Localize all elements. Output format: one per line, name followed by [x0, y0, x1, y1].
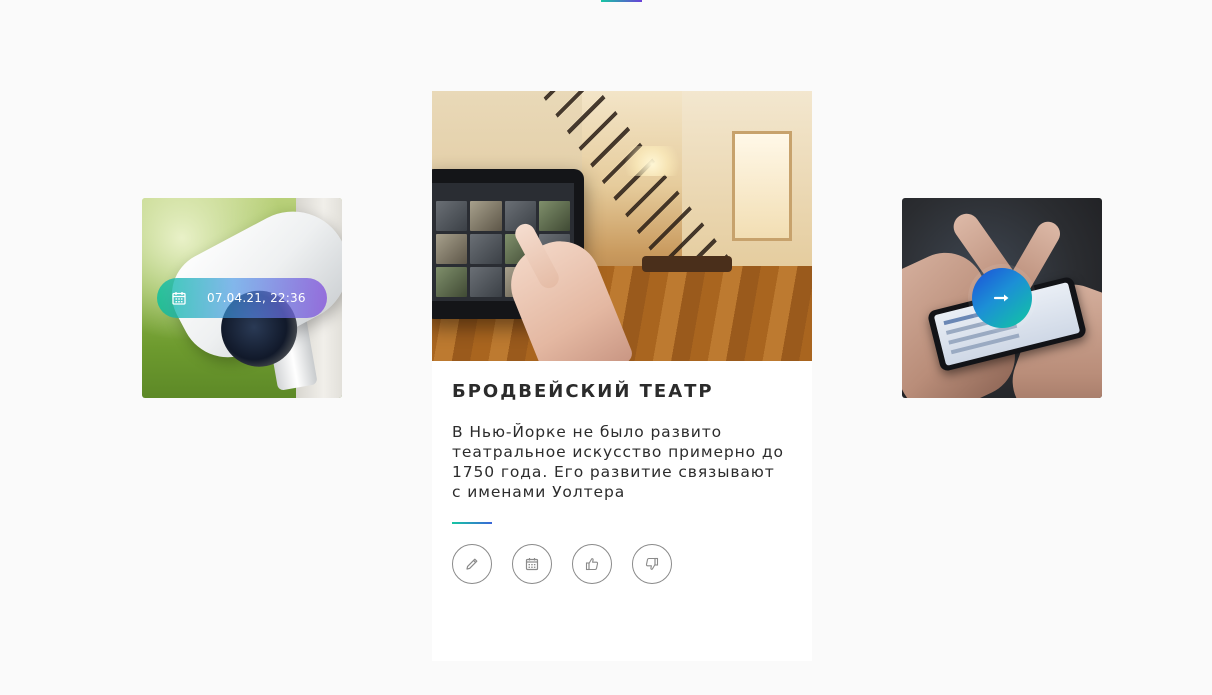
dislike-button[interactable] [632, 544, 672, 584]
slide-prev[interactable]: 07.04.21, 22:36 [142, 198, 342, 398]
thumbs-up-icon [585, 558, 599, 571]
post-title[interactable]: БРОДВЕЙСКИЙ ТЕАТР [452, 381, 714, 402]
post-excerpt: В Нью-Йорке не было развито театральное … [452, 423, 784, 501]
section-accent-line [601, 0, 642, 2]
post-actions [452, 544, 672, 584]
pencil-icon [466, 558, 478, 570]
slide-next[interactable] [902, 198, 1102, 398]
blog-slider: 07.04.21, 22:36 БРОДВЕЙСКИЙ ТЕАТР В Нью-… [0, 0, 1212, 695]
calendar-button[interactable] [512, 544, 552, 584]
like-button[interactable] [572, 544, 612, 584]
calendar-icon [157, 291, 201, 305]
next-slide-button[interactable] [972, 268, 1032, 328]
calendar-icon [525, 558, 539, 571]
slide-active: БРОДВЕЙСКИЙ ТЕАТР В Нью-Йорке не было ра… [432, 91, 812, 661]
excerpt-divider [452, 522, 492, 524]
post-date: 07.04.21, 22:36 [207, 291, 306, 305]
date-badge: 07.04.21, 22:36 [157, 278, 327, 318]
chandelier [617, 146, 687, 176]
edit-button[interactable] [452, 544, 492, 584]
dining-table [642, 256, 732, 272]
thumbs-down-icon [645, 557, 659, 570]
window [732, 131, 792, 241]
smart-home-image[interactable] [432, 91, 812, 361]
arrow-right-icon [994, 294, 1009, 302]
